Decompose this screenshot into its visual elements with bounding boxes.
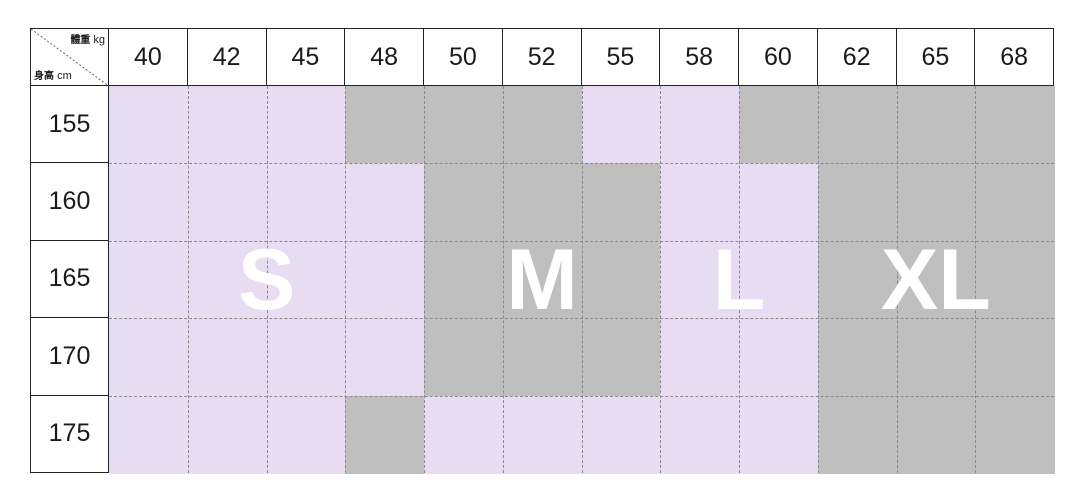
- size-cell-170-48: [345, 318, 425, 397]
- size-cell-165-40: [109, 240, 189, 319]
- size-cell-160-55: [581, 163, 661, 242]
- size-cell-160-65: [896, 163, 976, 242]
- size-label-xl: XL: [880, 231, 991, 328]
- height-header-155: 155: [30, 86, 109, 164]
- size-cell-175-68: [975, 395, 1055, 474]
- size-cell-155-45: [266, 86, 346, 164]
- size-cell-170-58: [660, 318, 740, 397]
- size-cell-175-50: [424, 395, 504, 474]
- size-cell-175-65: [896, 395, 976, 474]
- weight-header-65: 65: [896, 28, 976, 86]
- size-label-l: L: [712, 231, 766, 328]
- size-cell-170-40: [109, 318, 189, 397]
- size-cell-155-68: [975, 86, 1055, 164]
- weight-header-62: 62: [817, 28, 897, 86]
- size-chart: 體重 kg 身高 cm 40 42 45 48 50 52 55 58 60 62 65 68 155 1…: [30, 28, 1055, 474]
- size-cell-160-40: [109, 163, 189, 242]
- size-cell-175-45: [266, 395, 346, 474]
- weight-header-48: 48: [345, 28, 424, 86]
- weight-header-45: 45: [266, 28, 346, 86]
- size-cell-155-52: [502, 86, 583, 164]
- weight-header-58: 58: [660, 28, 739, 86]
- size-cell-160-60: [739, 163, 819, 242]
- height-header-170: 170: [30, 318, 109, 396]
- weight-header-52: 52: [502, 28, 582, 86]
- size-cell-165-55: [581, 240, 661, 319]
- size-cell-170-60: [739, 318, 819, 397]
- size-cell-160-45: [266, 163, 346, 242]
- size-cell-175-60: [739, 395, 819, 474]
- size-cell-155-58: [660, 86, 740, 164]
- weight-header-55: 55: [581, 28, 661, 86]
- size-cell-170-65: [896, 318, 976, 397]
- size-cell-175-62: [817, 395, 898, 474]
- size-cell-160-48: [345, 163, 425, 242]
- size-cell-170-42: [187, 318, 268, 397]
- size-cell-160-52: [502, 163, 583, 242]
- size-cell-175-52: [502, 395, 583, 474]
- size-label-s: S: [237, 231, 296, 328]
- size-cell-175-55: [581, 395, 661, 474]
- height-axis-label: 身高 cm: [34, 70, 72, 82]
- weight-header-50: 50: [424, 28, 503, 86]
- height-header-160: 160: [30, 163, 109, 241]
- height-header-165: 165: [30, 240, 109, 319]
- size-cell-155-48: [345, 86, 425, 164]
- size-cell-175-40: [109, 395, 189, 474]
- size-cell-165-48: [345, 240, 425, 319]
- size-cell-155-40: [109, 86, 189, 164]
- size-cell-165-50: [424, 240, 504, 319]
- corner-header: 體重 kg 身高 cm: [30, 28, 109, 86]
- weight-header-42: 42: [187, 28, 267, 86]
- size-cell-175-48: [345, 395, 425, 474]
- size-cell-170-45: [266, 318, 346, 397]
- size-cell-155-60: [739, 86, 819, 164]
- size-cell-160-62: [817, 163, 898, 242]
- size-cell-170-52: [502, 318, 583, 397]
- weight-header-60: 60: [739, 28, 818, 86]
- size-cell-170-50: [424, 318, 504, 397]
- size-cell-155-62: [817, 86, 898, 164]
- size-cell-170-68: [975, 318, 1055, 397]
- size-cell-155-42: [187, 86, 268, 164]
- size-cell-170-62: [817, 318, 898, 397]
- size-cell-160-50: [424, 163, 504, 242]
- weight-header-40: 40: [109, 28, 188, 86]
- size-cell-175-42: [187, 395, 268, 474]
- size-cell-155-65: [896, 86, 976, 164]
- height-header-175: 175: [30, 395, 109, 473]
- size-cell-170-55: [581, 318, 661, 397]
- size-cell-175-58: [660, 395, 740, 474]
- size-cell-160-68: [975, 163, 1055, 242]
- size-cell-160-42: [187, 163, 268, 242]
- size-cell-155-55: [581, 86, 661, 164]
- size-label-m: M: [506, 231, 578, 328]
- size-cell-160-58: [660, 163, 740, 242]
- weight-header-68: 68: [975, 28, 1054, 86]
- size-cell-155-50: [424, 86, 504, 164]
- weight-axis-label: 體重 kg: [70, 34, 105, 46]
